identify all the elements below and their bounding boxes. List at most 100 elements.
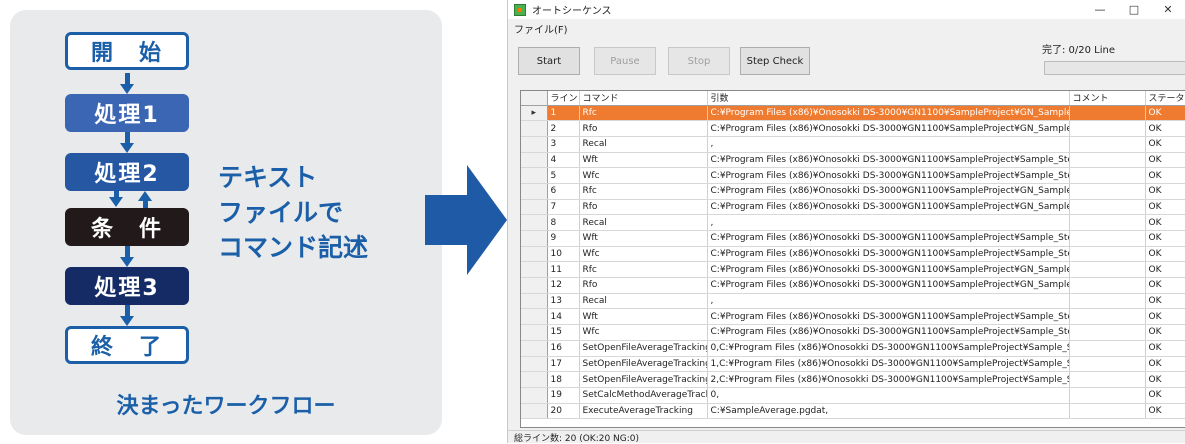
- cell-status[interactable]: OK: [1145, 183, 1185, 200]
- cell-args[interactable]: C:¥Program Files (x86)¥Onosokki DS-3000¥…: [707, 308, 1070, 326]
- cell-args[interactable]: C:¥SampleAverage.pgdat,: [707, 403, 1070, 420]
- table-row[interactable]: 20 ExecuteAverageTracking C:¥SampleAverage…: [521, 403, 1185, 420]
- cell-command[interactable]: Rfo: [579, 277, 708, 294]
- cell-comment[interactable]: [1069, 340, 1146, 357]
- cell-args[interactable]: ,: [707, 214, 1070, 231]
- menu-file[interactable]: ファイル(F): [514, 21, 568, 36]
- table-row[interactable]: 6 Rfc C:¥Program Files (x86)¥Onosokki DS-3…: [521, 183, 1185, 200]
- table-row[interactable]: 4 Wft C:¥Program Files (x86)¥Onosokki DS-3…: [521, 152, 1185, 169]
- cell-comment[interactable]: [1069, 246, 1146, 263]
- cell-args[interactable]: C:¥Program Files (x86)¥Onosokki DS-3000¥…: [707, 120, 1070, 137]
- column-header-command[interactable]: コマンド: [579, 91, 708, 106]
- table-row[interactable]: 13 Recal, OK: [521, 293, 1185, 310]
- command-grid[interactable]: ライン コマンド 引数 コメント ステータ ▸ 1 Rfc C:¥Program Fi…: [520, 90, 1185, 428]
- cell-command[interactable]: Recal: [579, 293, 708, 310]
- cell-status[interactable]: OK: [1145, 120, 1185, 137]
- cell-line[interactable]: 9: [547, 230, 580, 247]
- cell-command[interactable]: Recal: [579, 136, 708, 153]
- row-header[interactable]: [521, 120, 548, 137]
- column-header-args[interactable]: 引数: [707, 91, 1070, 106]
- cell-line[interactable]: 6: [547, 183, 580, 200]
- row-header[interactable]: ▸: [521, 105, 548, 122]
- minimize-button[interactable]: —: [1083, 0, 1117, 19]
- row-header[interactable]: [521, 387, 548, 404]
- table-row[interactable]: 15 Wfc C:¥Program Files (x86)¥Onosokki DS-…: [521, 324, 1185, 341]
- cell-status[interactable]: OK: [1145, 293, 1185, 310]
- table-row[interactable]: ▸ 1 Rfc C:¥Program Files (x86)¥Onosokki DS-…: [521, 105, 1185, 122]
- cell-args[interactable]: 0,: [707, 387, 1070, 404]
- cell-line[interactable]: 15: [547, 324, 580, 341]
- cell-comment[interactable]: [1069, 324, 1146, 341]
- cell-comment[interactable]: [1069, 277, 1146, 294]
- row-header[interactable]: [521, 277, 548, 294]
- cell-status[interactable]: OK: [1145, 340, 1185, 357]
- cell-comment[interactable]: [1069, 152, 1146, 169]
- cell-command[interactable]: Rfc: [579, 183, 708, 200]
- cell-line[interactable]: 1: [547, 105, 580, 122]
- row-header[interactable]: [521, 293, 548, 310]
- cell-command[interactable]: Wfc: [579, 167, 708, 184]
- table-row[interactable]: 10 Wfc C:¥Program Files (x86)¥Onosokki DS-…: [521, 246, 1185, 263]
- cell-status[interactable]: OK: [1145, 230, 1185, 247]
- cell-command[interactable]: Rfo: [579, 120, 708, 137]
- cell-status[interactable]: OK: [1145, 356, 1185, 373]
- cell-args[interactable]: C:¥Program Files (x86)¥Onosokki DS-3000¥…: [707, 152, 1070, 169]
- cell-args[interactable]: C:¥Program Files (x86)¥Onosokki DS-3000¥…: [707, 246, 1070, 263]
- table-row[interactable]: 5 Wfc C:¥Program Files (x86)¥Onosokki DS-3…: [521, 167, 1185, 184]
- table-row[interactable]: 14 Wft C:¥Program Files (x86)¥Onosokki DS-…: [521, 308, 1185, 326]
- table-row[interactable]: 16 SetOpenFileAverageTracking 0,C:¥Program…: [521, 340, 1185, 357]
- cell-command[interactable]: Recal: [579, 214, 708, 231]
- cell-comment[interactable]: [1069, 105, 1146, 122]
- cell-status[interactable]: OK: [1145, 105, 1185, 122]
- row-header[interactable]: [521, 403, 548, 420]
- cell-line[interactable]: 20: [547, 403, 580, 420]
- cell-args[interactable]: ,: [707, 293, 1070, 310]
- cell-command[interactable]: Wft: [579, 230, 708, 247]
- cell-command[interactable]: Rfc: [579, 261, 708, 279]
- row-header[interactable]: [521, 167, 548, 184]
- row-header[interactable]: [521, 152, 548, 169]
- cell-args[interactable]: 1,C:¥Program Files (x86)¥Onosokki DS-300…: [707, 356, 1070, 373]
- cell-args[interactable]: 2,C:¥Program Files (x86)¥Onosokki DS-300…: [707, 371, 1070, 388]
- cell-status[interactable]: OK: [1145, 246, 1185, 263]
- cell-args[interactable]: C:¥Program Files (x86)¥Onosokki DS-3000¥…: [707, 324, 1070, 341]
- cell-line[interactable]: 12: [547, 277, 580, 294]
- row-header[interactable]: [521, 199, 548, 216]
- cell-args[interactable]: C:¥Program Files (x86)¥Onosokki DS-3000¥…: [707, 230, 1070, 247]
- row-header[interactable]: [521, 136, 548, 153]
- cell-args[interactable]: C:¥Program Files (x86)¥Onosokki DS-3000¥…: [707, 183, 1070, 200]
- cell-line[interactable]: 4: [547, 152, 580, 169]
- stop-button[interactable]: Stop: [668, 47, 730, 75]
- step-check-button[interactable]: Step Check: [740, 47, 810, 75]
- row-header[interactable]: [521, 214, 548, 231]
- cell-line[interactable]: 13: [547, 293, 580, 310]
- cell-comment[interactable]: [1069, 293, 1146, 310]
- start-button[interactable]: Start: [518, 47, 580, 75]
- cell-line[interactable]: 10: [547, 246, 580, 263]
- cell-line[interactable]: 14: [547, 308, 580, 326]
- cell-command[interactable]: ExecuteAverageTracking: [579, 403, 708, 420]
- cell-comment[interactable]: [1069, 387, 1146, 404]
- cell-comment[interactable]: [1069, 371, 1146, 388]
- cell-status[interactable]: OK: [1145, 214, 1185, 231]
- cell-comment[interactable]: [1069, 403, 1146, 420]
- cell-command[interactable]: SetOpenFileAverageTracking: [579, 371, 708, 388]
- table-row[interactable]: 18 SetOpenFileAverageTracking 2,C:¥Program…: [521, 371, 1185, 388]
- cell-status[interactable]: OK: [1145, 277, 1185, 294]
- cell-command[interactable]: Rfo: [579, 199, 708, 216]
- table-row[interactable]: 11 Rfc C:¥Program Files (x86)¥Onosokki DS-…: [521, 261, 1185, 279]
- cell-command[interactable]: Rfc: [579, 105, 708, 122]
- row-header[interactable]: [521, 261, 548, 279]
- cell-args[interactable]: 0,C:¥Program Files (x86)¥Onosokki DS-300…: [707, 340, 1070, 357]
- cell-comment[interactable]: [1069, 261, 1146, 279]
- cell-status[interactable]: OK: [1145, 261, 1185, 279]
- cell-args[interactable]: C:¥Program Files (x86)¥Onosokki DS-3000¥…: [707, 105, 1070, 122]
- cell-args[interactable]: C:¥Program Files (x86)¥Onosokki DS-3000¥…: [707, 261, 1070, 279]
- cell-command[interactable]: Wfc: [579, 246, 708, 263]
- table-row[interactable]: 8 Recal, OK: [521, 214, 1185, 231]
- cell-line[interactable]: 18: [547, 371, 580, 388]
- cell-status[interactable]: OK: [1145, 324, 1185, 341]
- cell-command[interactable]: Wft: [579, 152, 708, 169]
- table-row[interactable]: 2 Rfo C:¥Program Files (x86)¥Onosokki DS-3…: [521, 120, 1185, 137]
- cell-command[interactable]: SetOpenFileAverageTracking: [579, 356, 708, 373]
